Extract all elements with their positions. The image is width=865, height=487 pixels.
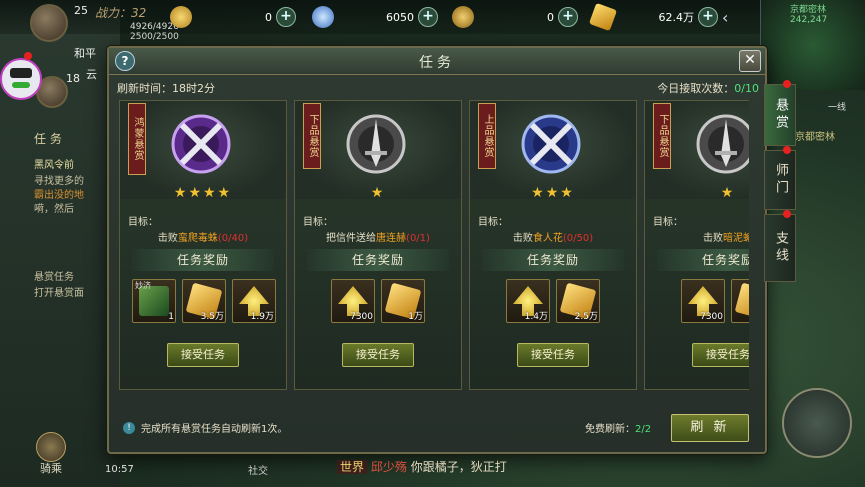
goal-label: 目标：: [128, 217, 158, 228]
info-icon: !: [123, 421, 135, 434]
mount-label[interactable]: 骑乘: [40, 460, 62, 476]
reward-items: 妙济 1 3.5万 1.9万: [132, 279, 280, 323]
tab-side-quest[interactable]: 支线: [764, 214, 796, 282]
resource-gold-ingot: 0 +: [170, 5, 296, 29]
bounty-task-dialog: ? 任务 ✕ 刷新时间：18时2分 今日接取次数：0/10 鸿蒙悬赏 ★★★★ …: [107, 46, 767, 454]
resource-bound-gold: 62.4万 +: [588, 2, 718, 32]
goal-text: 击败蛮爬毒蛛(0/40): [157, 233, 249, 244]
social-label[interactable]: 社交: [248, 462, 268, 477]
gold-coupon-icon[interactable]: 3.5万: [182, 279, 226, 323]
bound-gold-icon: [588, 2, 618, 32]
tab-sect[interactable]: 师门: [764, 150, 796, 210]
difficulty-stars: ★: [370, 185, 386, 201]
goal-label: 目标：: [478, 217, 508, 228]
bounty-quest-hint: 打开悬赏面: [34, 288, 84, 299]
gold-coupon-icon[interactable]: [731, 279, 749, 323]
add-copper-coin-button[interactable]: +: [558, 7, 578, 27]
silver-sword-emblem: [696, 114, 749, 174]
mp-text: 2500/2500: [130, 32, 179, 42]
pet-level: 18: [66, 72, 80, 85]
pet-name: 云: [86, 68, 97, 81]
mount-icon[interactable]: [36, 432, 66, 462]
quest-line-3: 霸出没的地: [34, 190, 84, 201]
accept-task-button[interactable]: 接受任务: [692, 343, 749, 367]
goal-text: 击败暗泥蝙: [703, 233, 749, 244]
collapse-arrow-icon[interactable]: ‹: [722, 8, 740, 38]
footer-info: ! 完成所有悬赏任务自动刷新1次。: [123, 420, 287, 435]
refresh-time: 刷新时间：18时2分: [117, 82, 215, 95]
add-gold-ingot-button[interactable]: +: [276, 7, 296, 27]
assistant-icon[interactable]: [0, 58, 42, 100]
exp-arrow-icon[interactable]: 7300: [331, 279, 375, 323]
notification-dot: [24, 52, 32, 60]
gold-coupon-icon[interactable]: 2.5万: [556, 279, 600, 323]
clock: 10:57: [105, 464, 134, 475]
close-button[interactable]: ✕: [739, 50, 761, 72]
jade-coin-icon: [312, 6, 334, 28]
bounty-card: 下品悬赏 ★ 目标： 击败暗泥蝙 任务奖励 7300 接受任务: [644, 100, 749, 390]
difficulty-stars: ★★★: [531, 185, 575, 201]
silver-sword-emblem: [346, 114, 406, 174]
exp-arrow-icon[interactable]: 7300: [681, 279, 725, 323]
add-jade-coin-button[interactable]: +: [418, 7, 438, 27]
reward-items: 1.4万 2.5万: [506, 279, 654, 323]
refresh-button[interactable]: 刷 新: [671, 414, 749, 442]
gold-ingot-icon: [170, 6, 192, 28]
grade-banner: 下品悬赏: [653, 103, 671, 169]
task-tab-label[interactable]: 任 务: [34, 130, 62, 147]
copper-coin-icon: [452, 6, 474, 28]
goal-label: 目标：: [653, 217, 683, 228]
quest-line-4: 嗬，然后: [34, 204, 74, 215]
sect-notification-dot: [783, 146, 791, 154]
reward-heading: 任务奖励: [307, 249, 449, 271]
daily-accept-count: 今日接取次数：0/10: [657, 82, 759, 95]
attack-skill-button[interactable]: [782, 388, 852, 458]
side-quest-notification-dot: [783, 210, 791, 218]
goal-text: 把信件送给唐连赫(0/1): [326, 233, 430, 244]
reward-items: 7300 1万: [331, 279, 479, 323]
bounty-notification-dot: [783, 80, 791, 88]
minimap-location: 京都密林 242,247: [790, 5, 828, 25]
grade-banner: 下品悬赏: [303, 103, 321, 169]
goal-text: 击败食人花(0/50): [512, 233, 594, 244]
green-skill-book-icon[interactable]: 妙济 1: [132, 279, 176, 323]
resource-copper-coin: 0 +: [452, 5, 578, 29]
difficulty-stars: ★★★★: [173, 185, 233, 201]
accept-task-button[interactable]: 接受任务: [167, 343, 239, 367]
combat-power: 战力：32: [95, 6, 147, 20]
quest-line-1[interactable]: 黑风令前: [34, 156, 74, 171]
exp-arrow-icon[interactable]: 1.9万: [232, 279, 276, 323]
accept-task-button[interactable]: 接受任务: [517, 343, 589, 367]
difficulty-stars: ★: [720, 185, 736, 201]
reward-heading: 任务奖励: [132, 249, 274, 271]
blue-crossed-swords-emblem: [521, 114, 581, 174]
reward-items: 7300: [681, 279, 749, 323]
add-bound-gold-button[interactable]: +: [698, 7, 718, 27]
reward-heading: 任务奖励: [482, 249, 624, 271]
bounty-card: 上品悬赏 ★★★ 目标： 击败食人花(0/50) 任务奖励 1.4万 2.5万: [469, 100, 637, 390]
resource-jade-coin: 6050 +: [312, 5, 438, 29]
free-refresh-count: 免费刷新：2/2: [585, 424, 652, 435]
player-level: 25: [74, 4, 88, 17]
bounty-card: 下品悬赏 ★ 目标： 把信件送给唐连赫(0/1) 任务奖励 7300 1万 接受…: [294, 100, 462, 390]
bounty-card: 鸿蒙悬赏 ★★★★ 目标： 击败蛮爬毒蛛(0/40) 任务奖励 妙济 1 3.5: [119, 100, 287, 390]
map-area-label: 京都密林: [795, 132, 835, 143]
gold-coupon-icon[interactable]: 1万: [381, 279, 425, 323]
player-name: 和平: [74, 47, 96, 60]
bounty-quest-item[interactable]: 悬赏任务: [34, 268, 74, 283]
reward-heading: 任务奖励: [657, 249, 749, 271]
grade-banner: 上品悬赏: [478, 103, 496, 169]
accept-task-button[interactable]: 接受任务: [342, 343, 414, 367]
grade-banner: 鸿蒙悬赏: [128, 103, 146, 175]
chat-line[interactable]: 世界 邱少殇 你跟橘子，狄正打: [337, 458, 507, 475]
map-line-label: 一线: [828, 103, 847, 113]
tab-bounty[interactable]: 悬赏: [764, 84, 796, 146]
quest-line-2: 寻找更多的: [34, 176, 84, 187]
goal-label: 目标：: [303, 217, 333, 228]
player-avatar[interactable]: [30, 4, 68, 42]
dialog-title: 任务: [419, 55, 455, 71]
exp-arrow-icon[interactable]: 1.4万: [506, 279, 550, 323]
purple-crossed-swords-emblem: [171, 114, 231, 174]
bounty-card-list[interactable]: 鸿蒙悬赏 ★★★★ 目标： 击败蛮爬毒蛛(0/40) 任务奖励 妙济 1 3.5: [119, 100, 749, 390]
